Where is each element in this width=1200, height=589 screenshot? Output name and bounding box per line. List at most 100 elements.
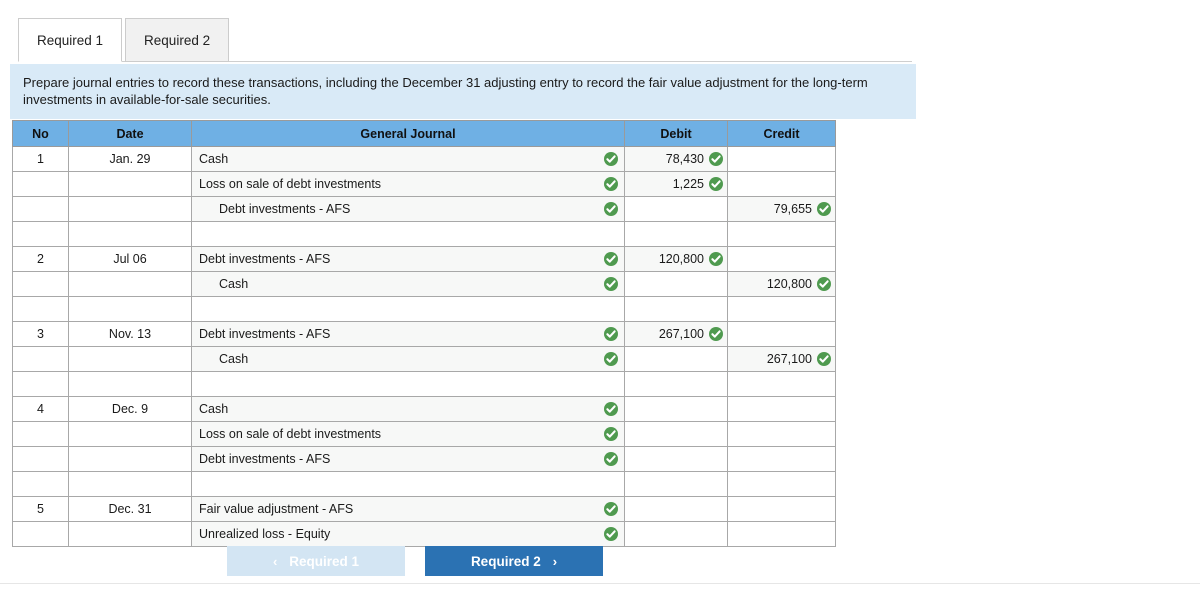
- table-row: Loss on sale of debt investments 1,225: [12, 171, 836, 197]
- correct-check-icon: [604, 402, 618, 416]
- cell-date: [68, 221, 192, 247]
- column-header-journal: General Journal: [191, 120, 625, 147]
- cell-debit[interactable]: 267,100: [624, 321, 728, 347]
- cell-account[interactable]: Cash: [191, 396, 625, 422]
- tab-required-2[interactable]: Required 2: [125, 18, 230, 62]
- account-name: Loss on sale of debt investments: [199, 427, 382, 441]
- cell-account[interactable]: Loss on sale of debt investments: [191, 421, 625, 447]
- cell-entry-no: [12, 521, 69, 547]
- table-row: Cash 267,100: [12, 346, 836, 372]
- cell-date: [68, 271, 192, 297]
- cell-debit[interactable]: [624, 196, 728, 222]
- account-name: Debt investments - AFS: [199, 327, 331, 341]
- cell-date: Dec. 9: [68, 396, 192, 422]
- cell-credit[interactable]: [727, 396, 836, 422]
- pager-controls: ‹ Required 1 Required 2 ›: [0, 546, 830, 576]
- cell-credit[interactable]: 79,655: [727, 196, 836, 222]
- cell-debit[interactable]: [624, 396, 728, 422]
- bottom-divider: [0, 583, 1200, 584]
- account-name: Loss on sale of debt investments: [199, 177, 382, 191]
- cell-debit[interactable]: [624, 346, 728, 372]
- cell-credit[interactable]: 120,800: [727, 271, 836, 297]
- cell-debit[interactable]: [624, 471, 728, 497]
- cell-credit[interactable]: [727, 521, 836, 547]
- cell-account[interactable]: [191, 471, 625, 497]
- next-required-2-button[interactable]: Required 2 ›: [425, 546, 603, 576]
- cell-debit[interactable]: [624, 496, 728, 522]
- column-header-credit: Credit: [727, 120, 836, 147]
- cell-debit[interactable]: 1,225: [624, 171, 728, 197]
- cell-credit[interactable]: [727, 246, 836, 272]
- table-row: Loss on sale of debt investments: [12, 421, 836, 447]
- cell-entry-no: 2: [12, 246, 69, 272]
- previous-required-1-button[interactable]: ‹ Required 1: [227, 546, 405, 576]
- cell-entry-no: 4: [12, 396, 69, 422]
- cell-credit[interactable]: [727, 371, 836, 397]
- cell-entry-no: 5: [12, 496, 69, 522]
- cell-account[interactable]: [191, 221, 625, 247]
- correct-check-icon: [604, 527, 618, 541]
- cell-debit[interactable]: 78,430: [624, 146, 728, 172]
- credit-amount: 267,100: [766, 352, 812, 366]
- table-row: [12, 296, 836, 322]
- column-header-date: Date: [68, 120, 192, 147]
- cell-debit[interactable]: [624, 221, 728, 247]
- cell-account[interactable]: Loss on sale of debt investments: [191, 171, 625, 197]
- cell-account[interactable]: [191, 371, 625, 397]
- cell-entry-no: [12, 296, 69, 322]
- cell-credit[interactable]: 267,100: [727, 346, 836, 372]
- cell-debit[interactable]: [624, 371, 728, 397]
- cell-credit[interactable]: [727, 146, 836, 172]
- cell-debit[interactable]: [624, 271, 728, 297]
- account-name: Debt investments - AFS: [199, 252, 331, 266]
- account-name: Debt investments - AFS: [199, 452, 331, 466]
- cell-account[interactable]: Cash: [191, 146, 625, 172]
- correct-check-icon: [604, 202, 618, 216]
- account-name: Cash: [199, 402, 229, 416]
- cell-account[interactable]: Debt investments - AFS: [191, 196, 625, 222]
- journal-rows: 1 Jan. 29 Cash 78,430 Loss on sale of debt i…: [12, 146, 836, 547]
- cell-account[interactable]: Debt investments - AFS: [191, 321, 625, 347]
- account-name: Debt investments - AFS: [219, 202, 351, 216]
- cell-credit[interactable]: [727, 221, 836, 247]
- cell-date: [68, 421, 192, 447]
- cell-credit[interactable]: [727, 296, 836, 322]
- correct-check-icon: [709, 152, 723, 166]
- tab-required-1-label: Required 1: [37, 32, 104, 48]
- cell-date: Jan. 29: [68, 146, 192, 172]
- cell-account[interactable]: Cash: [191, 271, 625, 297]
- cell-account[interactable]: Unrealized loss - Equity: [191, 521, 625, 547]
- cell-credit[interactable]: [727, 471, 836, 497]
- cell-account[interactable]: Debt investments - AFS: [191, 246, 625, 272]
- cell-debit[interactable]: [624, 296, 728, 322]
- cell-account[interactable]: [191, 296, 625, 322]
- cell-credit[interactable]: [727, 496, 836, 522]
- cell-account[interactable]: Cash: [191, 346, 625, 372]
- cell-credit[interactable]: [727, 446, 836, 472]
- correct-check-icon: [817, 202, 831, 216]
- cell-credit[interactable]: [727, 421, 836, 447]
- cell-debit[interactable]: [624, 521, 728, 547]
- table-row: 5 Dec. 31 Fair value adjustment - AFS: [12, 496, 836, 522]
- table-row: Debt investments - AFS 79,655: [12, 196, 836, 222]
- correct-check-icon: [817, 277, 831, 291]
- cell-debit[interactable]: [624, 446, 728, 472]
- cell-account[interactable]: Fair value adjustment - AFS: [191, 496, 625, 522]
- correct-check-icon: [604, 502, 618, 516]
- credit-amount: 79,655: [773, 202, 812, 216]
- account-name: Cash: [219, 277, 249, 291]
- cell-entry-no: [12, 371, 69, 397]
- tab-bar: Required 1 Required 2: [18, 10, 912, 62]
- correct-check-icon: [604, 352, 618, 366]
- cell-account[interactable]: Debt investments - AFS: [191, 446, 625, 472]
- table-row: 1 Jan. 29 Cash 78,430: [12, 146, 836, 172]
- cell-entry-no: [12, 171, 69, 197]
- cell-debit[interactable]: [624, 421, 728, 447]
- cell-debit[interactable]: 120,800: [624, 246, 728, 272]
- correct-check-icon: [604, 152, 618, 166]
- cell-credit[interactable]: [727, 171, 836, 197]
- correct-check-icon: [709, 327, 723, 341]
- cell-credit[interactable]: [727, 321, 836, 347]
- instruction-text: Prepare journal entries to record these …: [23, 75, 868, 107]
- tab-required-1[interactable]: Required 1: [18, 18, 123, 62]
